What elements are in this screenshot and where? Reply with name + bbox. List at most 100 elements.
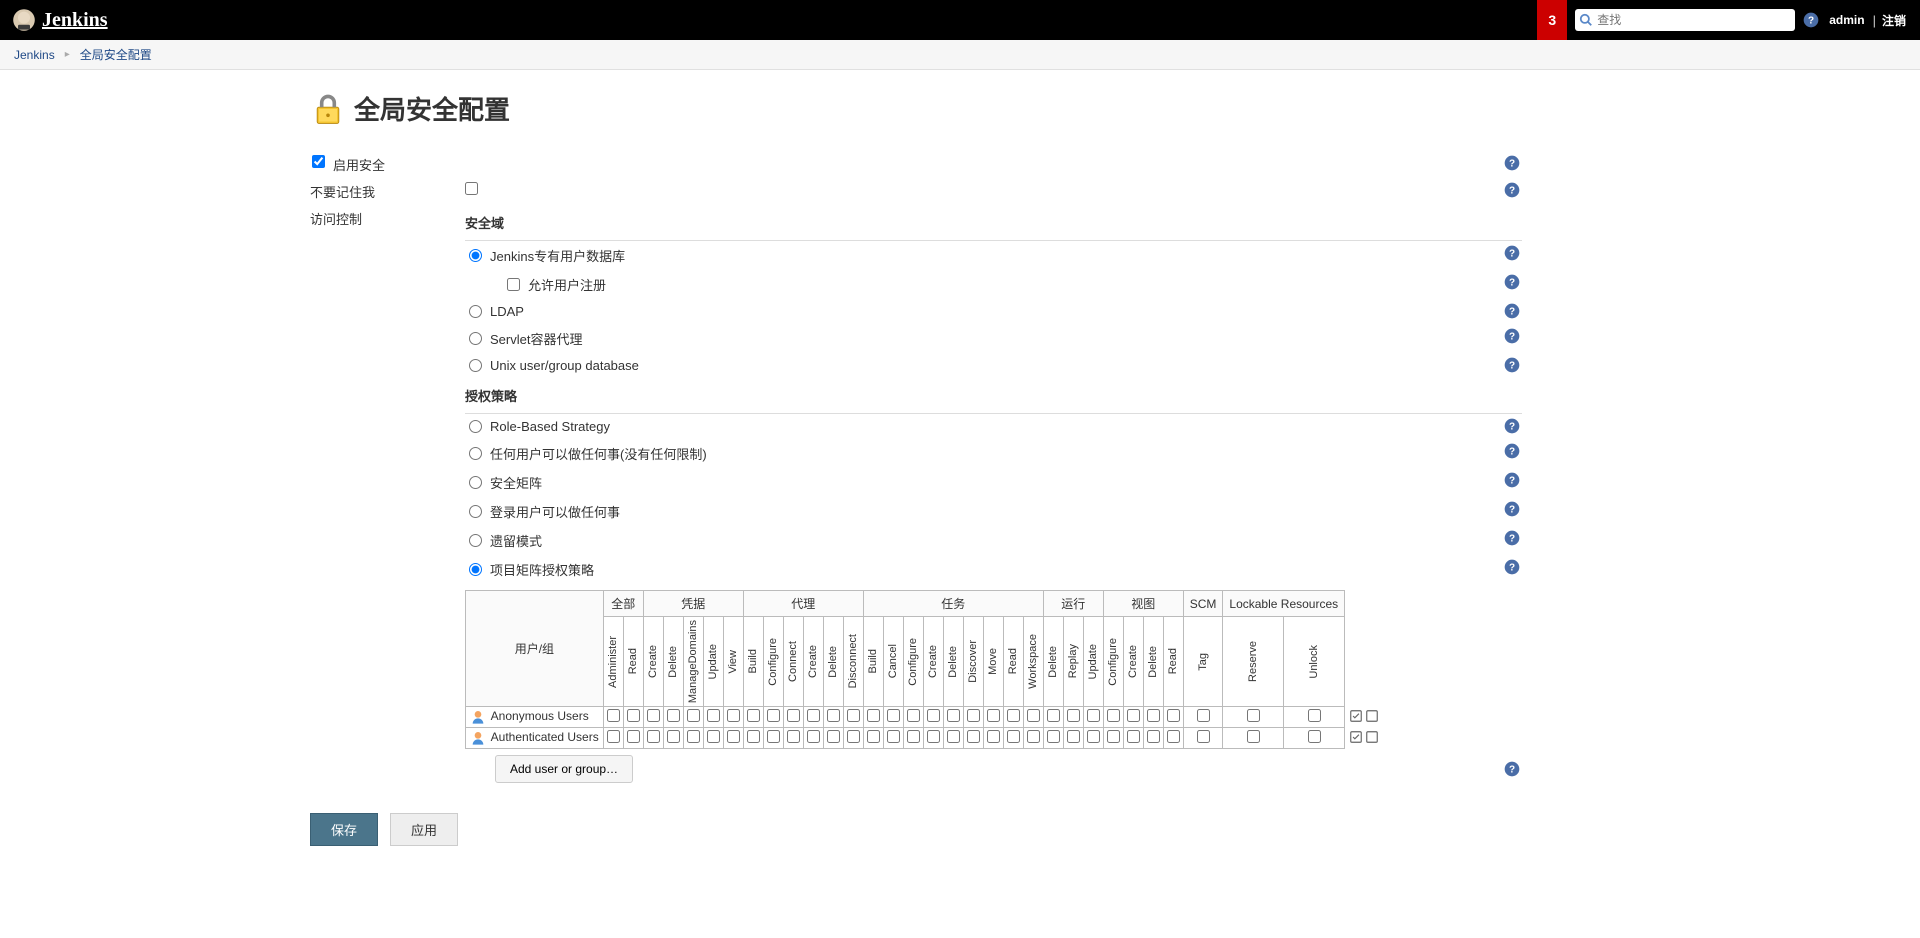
logout-link[interactable]: 注销 bbox=[1882, 12, 1906, 29]
matrix-perm-checkbox[interactable] bbox=[1197, 730, 1210, 743]
allow-signup-checkbox[interactable] bbox=[507, 278, 520, 291]
matrix-perm-checkbox[interactable] bbox=[807, 709, 820, 722]
matrix-perm-checkbox[interactable] bbox=[1247, 730, 1260, 743]
matrix-perm-checkbox[interactable] bbox=[707, 730, 720, 743]
help-icon[interactable]: ? bbox=[1504, 245, 1520, 261]
matrix-perm-checkbox[interactable] bbox=[667, 709, 680, 722]
matrix-perm-checkbox[interactable] bbox=[887, 730, 900, 743]
breadcrumb-item-jenkins[interactable]: Jenkins bbox=[14, 48, 55, 62]
notification-badge[interactable]: 3 bbox=[1537, 0, 1567, 40]
matrix-perm-checkbox[interactable] bbox=[947, 730, 960, 743]
current-user-link[interactable]: admin bbox=[1829, 13, 1864, 27]
matrix-perm-checkbox[interactable] bbox=[1308, 730, 1321, 743]
check-all-icon[interactable] bbox=[1349, 730, 1363, 744]
matrix-perm-checkbox[interactable] bbox=[867, 730, 880, 743]
matrix-perm-checkbox[interactable] bbox=[607, 730, 620, 743]
matrix-perm-checkbox[interactable] bbox=[767, 709, 780, 722]
help-icon[interactable]: ? bbox=[1504, 418, 1520, 434]
help-icon[interactable]: ? bbox=[1504, 328, 1520, 344]
help-icon[interactable]: ? bbox=[1504, 274, 1520, 290]
save-button[interactable]: 保存 bbox=[310, 813, 378, 846]
matrix-perm-checkbox[interactable] bbox=[727, 709, 740, 722]
matrix-perm-checkbox[interactable] bbox=[947, 709, 960, 722]
matrix-perm-checkbox[interactable] bbox=[967, 730, 980, 743]
matrix-perm-checkbox[interactable] bbox=[1167, 709, 1180, 722]
matrix-perm-checkbox[interactable] bbox=[1107, 709, 1120, 722]
logo-text[interactable]: Jenkins bbox=[42, 9, 108, 32]
matrix-perm-checkbox[interactable] bbox=[767, 730, 780, 743]
authz-loggedin-radio[interactable] bbox=[469, 505, 482, 518]
help-icon[interactable]: ? bbox=[1504, 472, 1520, 488]
matrix-perm-checkbox[interactable] bbox=[687, 709, 700, 722]
matrix-perm-checkbox[interactable] bbox=[787, 730, 800, 743]
matrix-perm-checkbox[interactable] bbox=[827, 709, 840, 722]
add-user-group-button[interactable]: Add user or group… bbox=[495, 755, 633, 783]
matrix-perm-checkbox[interactable] bbox=[807, 730, 820, 743]
matrix-perm-checkbox[interactable] bbox=[867, 709, 880, 722]
matrix-perm-checkbox[interactable] bbox=[1007, 730, 1020, 743]
realm-unix-radio[interactable] bbox=[469, 359, 482, 372]
matrix-perm-checkbox[interactable] bbox=[987, 730, 1000, 743]
matrix-perm-checkbox[interactable] bbox=[647, 730, 660, 743]
help-icon[interactable]: ? bbox=[1504, 443, 1520, 459]
realm-jenkins-db-radio[interactable] bbox=[469, 249, 482, 262]
matrix-perm-checkbox[interactable] bbox=[667, 730, 680, 743]
matrix-perm-checkbox[interactable] bbox=[1147, 709, 1160, 722]
matrix-perm-checkbox[interactable] bbox=[1087, 709, 1100, 722]
matrix-perm-checkbox[interactable] bbox=[747, 730, 760, 743]
matrix-perm-checkbox[interactable] bbox=[847, 730, 860, 743]
check-all-icon[interactable] bbox=[1349, 709, 1363, 723]
matrix-perm-checkbox[interactable] bbox=[627, 730, 640, 743]
matrix-perm-checkbox[interactable] bbox=[987, 709, 1000, 722]
help-icon[interactable]: ? bbox=[1504, 357, 1520, 373]
breadcrumb-item-current[interactable]: 全局安全配置 bbox=[80, 46, 152, 63]
matrix-perm-checkbox[interactable] bbox=[747, 709, 760, 722]
matrix-perm-checkbox[interactable] bbox=[1167, 730, 1180, 743]
help-icon[interactable]: ? bbox=[1504, 530, 1520, 546]
matrix-perm-checkbox[interactable] bbox=[627, 709, 640, 722]
matrix-perm-checkbox[interactable] bbox=[1067, 730, 1080, 743]
search-input[interactable] bbox=[1593, 11, 1791, 29]
matrix-perm-checkbox[interactable] bbox=[1308, 709, 1321, 722]
matrix-perm-checkbox[interactable] bbox=[607, 709, 620, 722]
matrix-perm-checkbox[interactable] bbox=[1197, 709, 1210, 722]
matrix-perm-checkbox[interactable] bbox=[1127, 709, 1140, 722]
matrix-perm-checkbox[interactable] bbox=[907, 709, 920, 722]
search-box[interactable] bbox=[1575, 9, 1795, 31]
realm-ldap-radio[interactable] bbox=[469, 305, 482, 318]
dont-remember-checkbox[interactable] bbox=[465, 182, 478, 195]
matrix-perm-checkbox[interactable] bbox=[827, 730, 840, 743]
enable-security-checkbox[interactable] bbox=[312, 155, 325, 168]
help-icon[interactable]: ? bbox=[1504, 155, 1520, 171]
matrix-perm-checkbox[interactable] bbox=[1027, 730, 1040, 743]
matrix-perm-checkbox[interactable] bbox=[967, 709, 980, 722]
matrix-perm-checkbox[interactable] bbox=[687, 730, 700, 743]
matrix-perm-checkbox[interactable] bbox=[927, 709, 940, 722]
uncheck-all-icon[interactable] bbox=[1365, 730, 1379, 744]
matrix-perm-checkbox[interactable] bbox=[1107, 730, 1120, 743]
matrix-perm-checkbox[interactable] bbox=[1087, 730, 1100, 743]
authz-sec-matrix-radio[interactable] bbox=[469, 476, 482, 489]
matrix-perm-checkbox[interactable] bbox=[1067, 709, 1080, 722]
help-icon[interactable]: ? bbox=[1504, 559, 1520, 575]
authz-project-matrix-radio[interactable] bbox=[469, 563, 482, 576]
help-icon[interactable]: ? bbox=[1504, 182, 1520, 198]
help-icon[interactable]: ? bbox=[1504, 501, 1520, 517]
help-icon[interactable]: ? bbox=[1504, 303, 1520, 319]
matrix-perm-checkbox[interactable] bbox=[887, 709, 900, 722]
matrix-perm-checkbox[interactable] bbox=[1027, 709, 1040, 722]
uncheck-all-icon[interactable] bbox=[1365, 709, 1379, 723]
matrix-perm-checkbox[interactable] bbox=[847, 709, 860, 722]
matrix-perm-checkbox[interactable] bbox=[1047, 730, 1060, 743]
matrix-perm-checkbox[interactable] bbox=[927, 730, 940, 743]
matrix-perm-checkbox[interactable] bbox=[1007, 709, 1020, 722]
matrix-perm-checkbox[interactable] bbox=[907, 730, 920, 743]
authz-anyone-radio[interactable] bbox=[469, 447, 482, 460]
matrix-perm-checkbox[interactable] bbox=[727, 730, 740, 743]
matrix-perm-checkbox[interactable] bbox=[1247, 709, 1260, 722]
matrix-perm-checkbox[interactable] bbox=[1127, 730, 1140, 743]
matrix-perm-checkbox[interactable] bbox=[1047, 709, 1060, 722]
matrix-perm-checkbox[interactable] bbox=[787, 709, 800, 722]
matrix-perm-checkbox[interactable] bbox=[707, 709, 720, 722]
help-icon[interactable]: ? bbox=[1504, 761, 1520, 777]
